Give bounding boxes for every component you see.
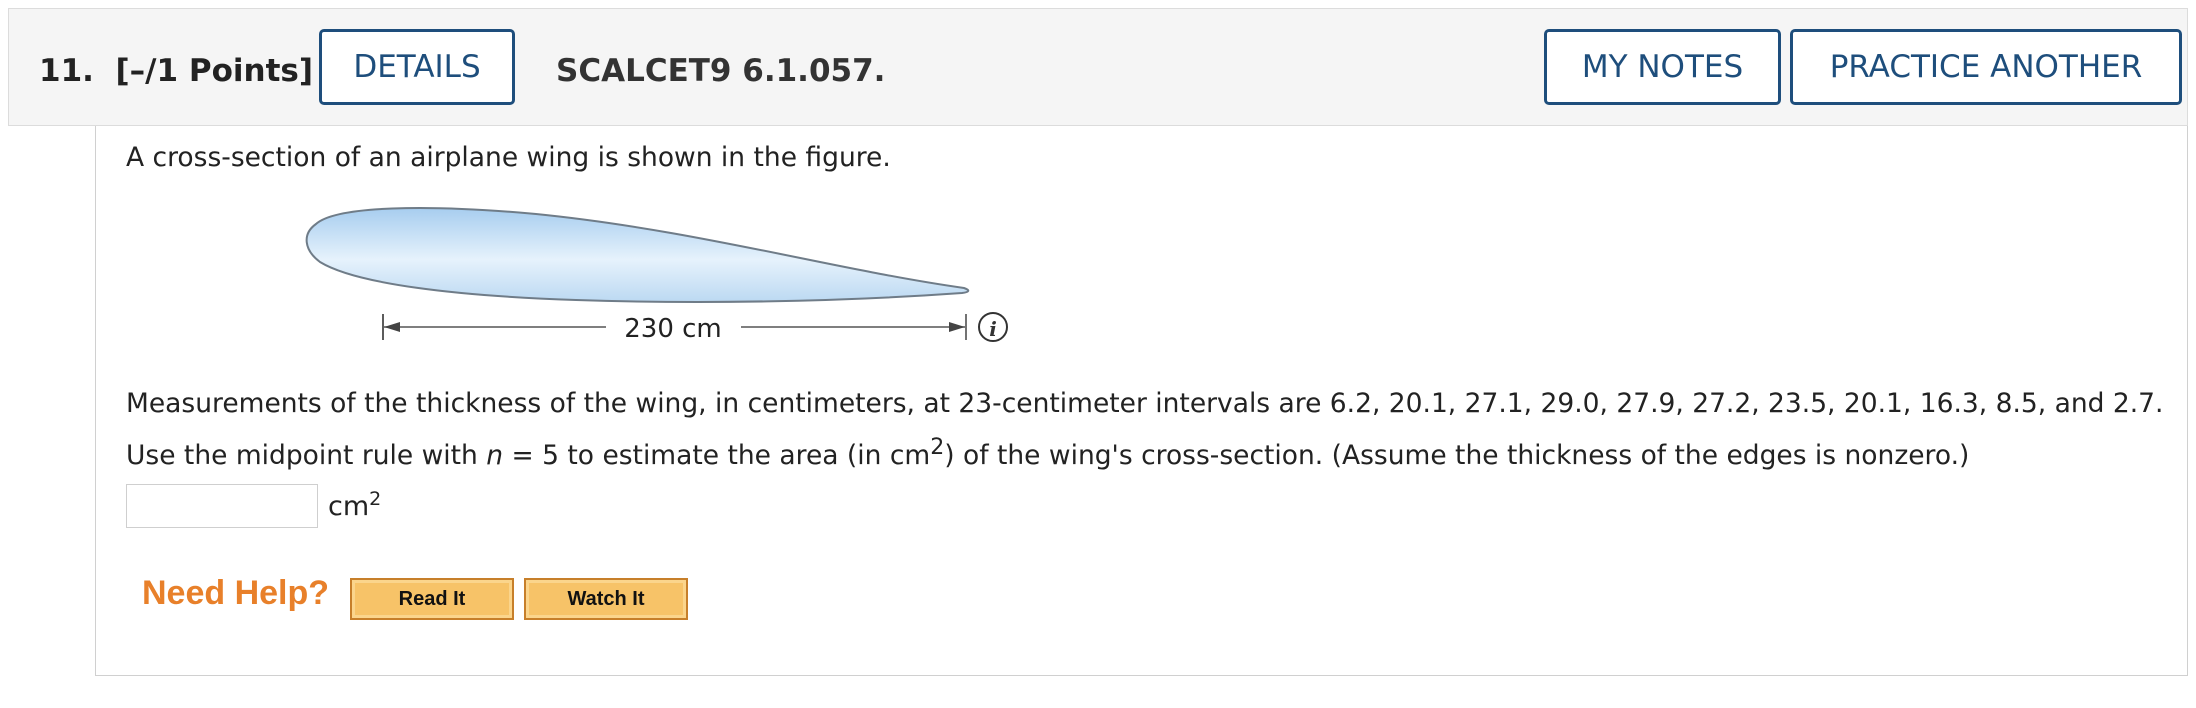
watch-it-button[interactable]: Watch It <box>524 578 688 620</box>
question-number: 11. [–/1 Points] <box>39 56 313 87</box>
answer-unit: cm2 <box>328 488 381 522</box>
practice-another-button[interactable]: PRACTICE ANOTHER <box>1790 29 2182 105</box>
details-button[interactable]: DETAILS <box>319 29 515 105</box>
question-text: Measurements of the thickness of the win… <box>126 382 2166 478</box>
problem-reference: SCALCET9 6.1.057. <box>556 53 886 89</box>
arrowhead-right <box>949 322 965 332</box>
read-it-button[interactable]: Read It <box>350 578 514 620</box>
points-label: [–/1 Points] <box>115 53 314 89</box>
answer-input[interactable] <box>126 484 318 528</box>
question-intro: A cross-section of an airplane wing is s… <box>126 142 891 173</box>
question-number-text: 11. <box>39 53 94 89</box>
dimension-label: 230 cm <box>624 314 722 344</box>
question-text-part3: ) of the wing's cross-section. (Assume t… <box>944 439 1970 471</box>
question-header: 11. [–/1 Points] DETAILS SCALCET9 6.1.05… <box>8 8 2188 126</box>
svg-text:i: i <box>989 317 997 341</box>
superscript-2: 2 <box>930 435 945 460</box>
wing-shape <box>305 207 970 303</box>
need-help-label: Need Help? <box>142 574 330 612</box>
question-body: A cross-section of an airplane wing is s… <box>95 126 2188 676</box>
question-text-part2: = 5 to estimate the area (in cm <box>503 439 931 471</box>
unit-text: cm <box>328 491 370 522</box>
my-notes-button[interactable]: MY NOTES <box>1544 29 1781 105</box>
info-icon[interactable]: i <box>978 312 1008 342</box>
arrowhead-left <box>384 322 400 332</box>
wing-figure: 230 cm i <box>305 207 1008 344</box>
unit-superscript: 2 <box>369 488 382 510</box>
variable-n: n <box>486 439 504 471</box>
